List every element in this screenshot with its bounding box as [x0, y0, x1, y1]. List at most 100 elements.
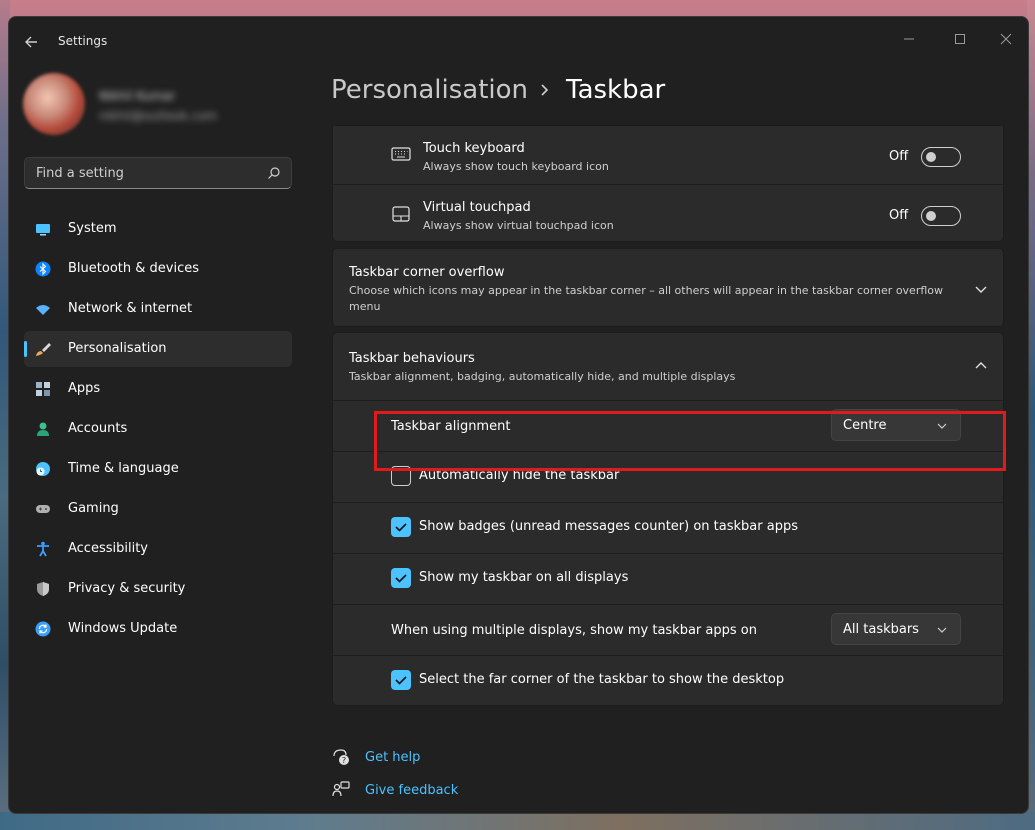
get-help-link[interactable]: Get help — [365, 750, 420, 765]
paintbrush-icon — [36, 343, 51, 356]
sidebar-item-label: Bluetooth & devices — [68, 261, 199, 276]
sidebar-item-label: Privacy & security — [68, 581, 186, 596]
sidebar-item-privacy-security[interactable]: Privacy & security — [24, 571, 292, 607]
keyboard-icon — [391, 147, 411, 161]
sidebar-item-gaming[interactable]: Gaming — [24, 491, 292, 527]
chevron-right-icon — [541, 84, 549, 96]
give-feedback-link[interactable]: Give feedback — [365, 783, 458, 798]
sidebar-item-windows-update[interactable]: Windows Update — [24, 611, 292, 647]
virtual-touchpad-toggle[interactable] — [921, 206, 961, 226]
globe-clock-icon — [36, 462, 50, 476]
wifi-icon — [36, 305, 50, 315]
sidebar-item-label: Gaming — [68, 501, 119, 516]
divider — [333, 553, 1005, 554]
divider — [333, 184, 1005, 185]
dropdown-value: All taskbars — [843, 622, 919, 637]
settings-window: Settings Nikhil Kumar nikhil@outlook.com… — [8, 16, 1029, 814]
sidebar-item-apps[interactable]: Apps — [24, 371, 292, 407]
touch-keyboard-subtitle: Always show touch keyboard icon — [423, 160, 609, 173]
sidebar-item-accessibility[interactable]: Accessibility — [24, 531, 292, 567]
divider — [333, 400, 1005, 401]
close-button[interactable] — [983, 23, 1028, 53]
sidebar-item-label: Windows Update — [68, 621, 178, 636]
multi-display-label: When using multiple displays, show my ta… — [391, 623, 757, 638]
bluetooth-icon — [35, 261, 51, 277]
gamepad-icon — [36, 505, 50, 513]
far-corner-checkbox[interactable] — [391, 670, 411, 690]
toggle-knob — [926, 152, 936, 162]
avatar — [23, 73, 85, 135]
badges-checkbox[interactable] — [391, 517, 411, 537]
toggle-knob — [926, 211, 936, 221]
profile-name: Nikhil Kumar — [99, 89, 176, 103]
checkmark-icon — [395, 523, 407, 532]
badges-label: Show badges (unread messages counter) on… — [419, 519, 798, 534]
svg-text:?: ? — [342, 756, 346, 765]
breadcrumb-parent[interactable]: Personalisation — [331, 75, 528, 105]
search-placeholder: Find a setting — [36, 166, 124, 181]
sidebar-item-bluetooth[interactable]: Bluetooth & devices — [24, 251, 292, 287]
apps-icon — [36, 382, 50, 396]
far-corner-label: Select the far corner of the taskbar to … — [419, 672, 785, 687]
divider — [333, 655, 1005, 656]
search-icon — [268, 167, 280, 179]
sidebar-item-time-language[interactable]: Time & language — [24, 451, 292, 487]
sidebar-item-label: Apps — [68, 381, 101, 396]
taskbar-corner-overflow-card[interactable]: Taskbar corner overflow Choose which ico… — [332, 248, 1004, 327]
touchpad-icon — [392, 206, 410, 222]
sidebar-item-label: Network & internet — [68, 301, 193, 316]
sidebar-item-label: Personalisation — [68, 341, 167, 356]
corner-overflow-subtitle: Choose which icons may appear in the tas… — [349, 284, 944, 313]
checkmark-icon — [395, 676, 407, 685]
touch-keyboard-state: Off — [889, 149, 909, 164]
minimize-icon — [904, 38, 914, 40]
close-icon — [1000, 33, 1012, 45]
chevron-down-icon — [937, 627, 947, 633]
touch-keyboard-title: Touch keyboard — [423, 141, 525, 156]
shield-icon — [37, 582, 49, 596]
behaviours-title: Taskbar behaviours — [349, 351, 475, 366]
taskbar-behaviours-header[interactable]: Taskbar behaviours Taskbar alignment, ba… — [333, 333, 1003, 399]
sidebar-item-label: Accessibility — [68, 541, 148, 556]
checkmark-icon — [395, 574, 407, 583]
accessibility-icon — [37, 541, 49, 557]
profile-email: nikhil@outlook.com — [99, 109, 218, 123]
sidebar-item-label: Time & language — [68, 461, 179, 476]
sidebar-item-label: System — [68, 221, 117, 236]
desktop-wallpaper-bottom — [0, 812, 1035, 830]
maximize-button[interactable] — [937, 23, 983, 53]
divider — [333, 502, 1005, 503]
touch-keyboard-toggle[interactable] — [921, 147, 961, 167]
chevron-up-icon — [975, 362, 987, 369]
virtual-touchpad-subtitle: Always show virtual touchpad icon — [423, 219, 614, 232]
virtual-touchpad-title: Virtual touchpad — [423, 200, 531, 215]
sidebar-item-system[interactable]: System — [24, 211, 292, 247]
taskbar-corner-icons-card: Touch keyboard Always show touch keyboar… — [332, 125, 1005, 242]
chevron-down-icon[interactable] — [973, 281, 989, 297]
divider — [333, 604, 1005, 605]
back-button[interactable] — [21, 31, 43, 53]
sidebar-item-network[interactable]: Network & internet — [24, 291, 292, 327]
monitor-icon — [36, 224, 50, 236]
corner-overflow-title: Taskbar corner overflow — [349, 265, 505, 280]
title-bar: Settings — [9, 17, 1028, 65]
sidebar-nav: System Bluetooth & devices Network & int… — [24, 211, 292, 651]
sidebar-item-personalisation[interactable]: Personalisation — [24, 331, 292, 367]
maximize-icon — [955, 34, 965, 44]
sidebar-item-label: Accounts — [68, 421, 128, 436]
virtual-touchpad-state: Off — [889, 208, 909, 223]
app-title: Settings — [58, 34, 108, 48]
search-input[interactable]: Find a setting — [24, 157, 292, 189]
sidebar-item-accounts[interactable]: Accounts — [24, 411, 292, 447]
help-icon: ? — [333, 749, 349, 765]
user-profile[interactable]: Nikhil Kumar nikhil@outlook.com — [23, 73, 293, 137]
multi-display-dropdown[interactable]: All taskbars — [831, 613, 961, 645]
behaviours-subtitle: Taskbar alignment, badging, automaticall… — [349, 370, 736, 383]
page-title: Taskbar — [566, 75, 666, 105]
all-displays-checkbox[interactable] — [391, 568, 411, 588]
minimize-button[interactable] — [886, 23, 932, 53]
taskbar-behaviours-card: Taskbar behaviours Taskbar alignment, ba… — [332, 332, 1005, 706]
all-displays-label: Show my taskbar on all displays — [419, 570, 629, 585]
feedback-icon — [332, 781, 350, 797]
back-arrow-icon — [25, 36, 37, 48]
